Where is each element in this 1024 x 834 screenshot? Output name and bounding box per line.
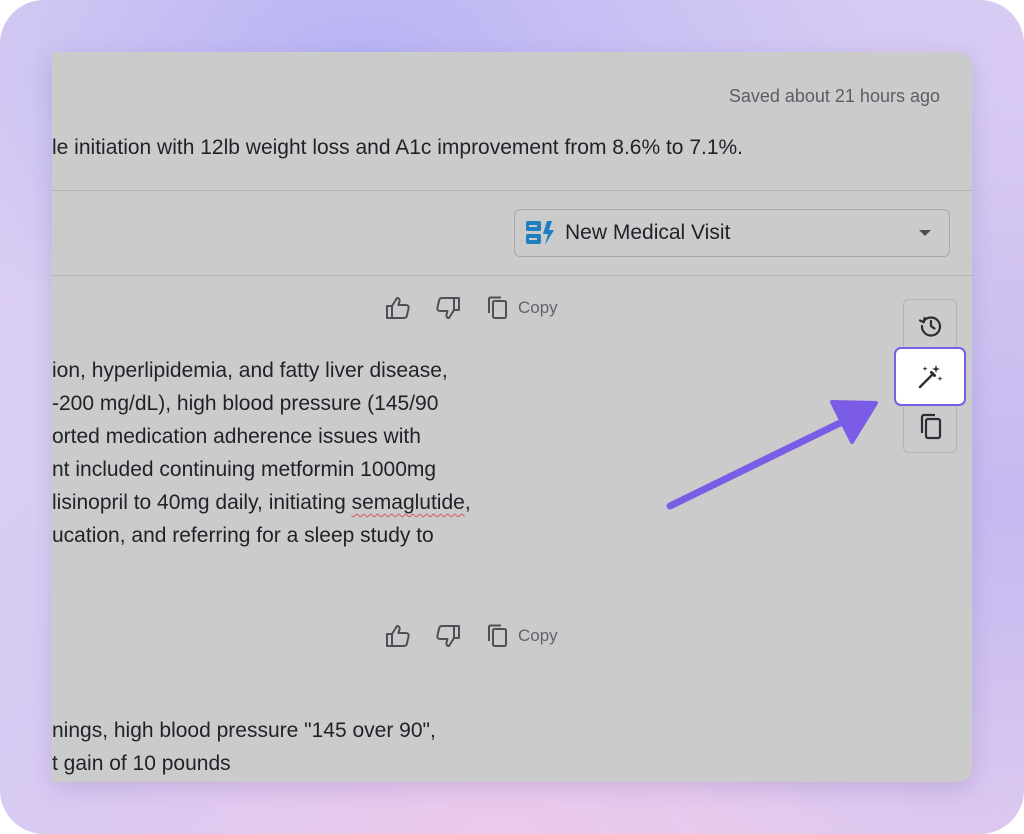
pointer-arrow <box>666 400 878 510</box>
